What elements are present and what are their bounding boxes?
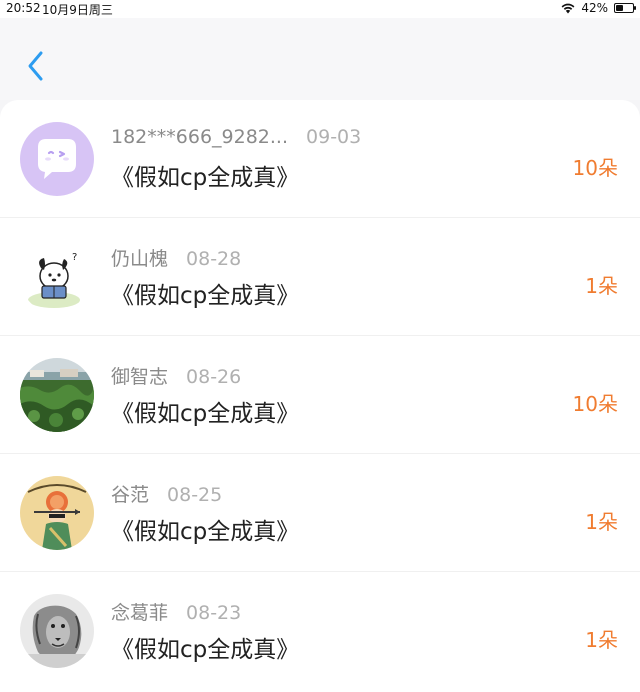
entry-count: 1朵 (585, 274, 618, 298)
entry-meta: 念葛菲 08-23 (111, 598, 241, 625)
lion-sketch-icon (20, 594, 94, 668)
avatar[interactable] (20, 122, 94, 196)
crop-field-photo-icon (20, 358, 94, 432)
entry-meta: 谷范 08-25 (111, 480, 222, 507)
entry-title: 《假如cp全成真》 (111, 283, 300, 309)
list-item[interactable]: 182***666_9282... 09-03 《假如cp全成真》 10朵 (0, 100, 640, 218)
avatar[interactable]: ? (20, 240, 94, 314)
entry-count: 10朵 (572, 392, 618, 416)
entry-name: 182***666_9282... (111, 126, 289, 148)
back-button[interactable] (18, 46, 52, 86)
list-item[interactable]: 念葛菲 08-23 《假如cp全成真》 1朵 (0, 572, 640, 690)
battery-icon (614, 3, 636, 13)
status-right: 42% (561, 1, 636, 15)
entry-date: 08-28 (186, 248, 242, 270)
entry-count: 1朵 (585, 628, 618, 652)
entry-date: 08-23 (186, 602, 242, 624)
entry-meta: 仍山槐 08-28 (111, 244, 241, 271)
wifi-icon (561, 3, 575, 14)
entry-date: 09-03 (306, 126, 362, 148)
battery-percent: 42% (581, 1, 608, 15)
entry-title: 《假如cp全成真》 (111, 401, 300, 427)
entry-name: 御智志 (111, 366, 169, 388)
entry-date: 08-26 (186, 366, 242, 388)
entry-name: 谷范 (111, 484, 150, 506)
svg-text:?: ? (72, 252, 77, 263)
list-item[interactable]: 御智志 08-26 《假如cp全成真》 10朵 (0, 336, 640, 454)
list-item[interactable]: 谷范 08-25 《假如cp全成真》 1朵 (0, 454, 640, 572)
status-date: 10月9日周三 (42, 3, 113, 17)
entry-title: 《假如cp全成真》 (111, 519, 300, 545)
battery-level (616, 5, 623, 11)
avatar[interactable] (20, 476, 94, 550)
purple-chat-bubble-icon (20, 122, 94, 196)
status-time: 20:52 (6, 1, 41, 15)
avatar[interactable] (20, 358, 94, 432)
status-bar: 20:52 10月9日周三 42% (0, 0, 640, 18)
entry-meta: 御智志 08-26 (111, 362, 241, 389)
chevron-left-icon (28, 51, 43, 81)
entry-count: 10朵 (572, 156, 618, 180)
entry-title: 《假如cp全成真》 (111, 637, 300, 663)
entry-meta: 182***666_9282... 09-03 (111, 126, 361, 148)
sagittarius-illustration-icon (20, 476, 94, 550)
avatar[interactable] (20, 594, 94, 668)
list-item[interactable]: ? 仍山槐 08-28 《假如cp全成真》 1朵 (0, 218, 640, 336)
gift-list: 182***666_9282... 09-03 《假如cp全成真》 10朵 ? (0, 100, 640, 692)
entry-name: 仍山槐 (111, 248, 169, 270)
entry-name: 念葛菲 (111, 602, 169, 624)
entry-count: 1朵 (585, 510, 618, 534)
entry-date: 08-25 (167, 484, 223, 506)
entry-title: 《假如cp全成真》 (111, 165, 300, 191)
header (0, 18, 640, 100)
cartoon-dog-reading-icon: ? (20, 240, 94, 314)
